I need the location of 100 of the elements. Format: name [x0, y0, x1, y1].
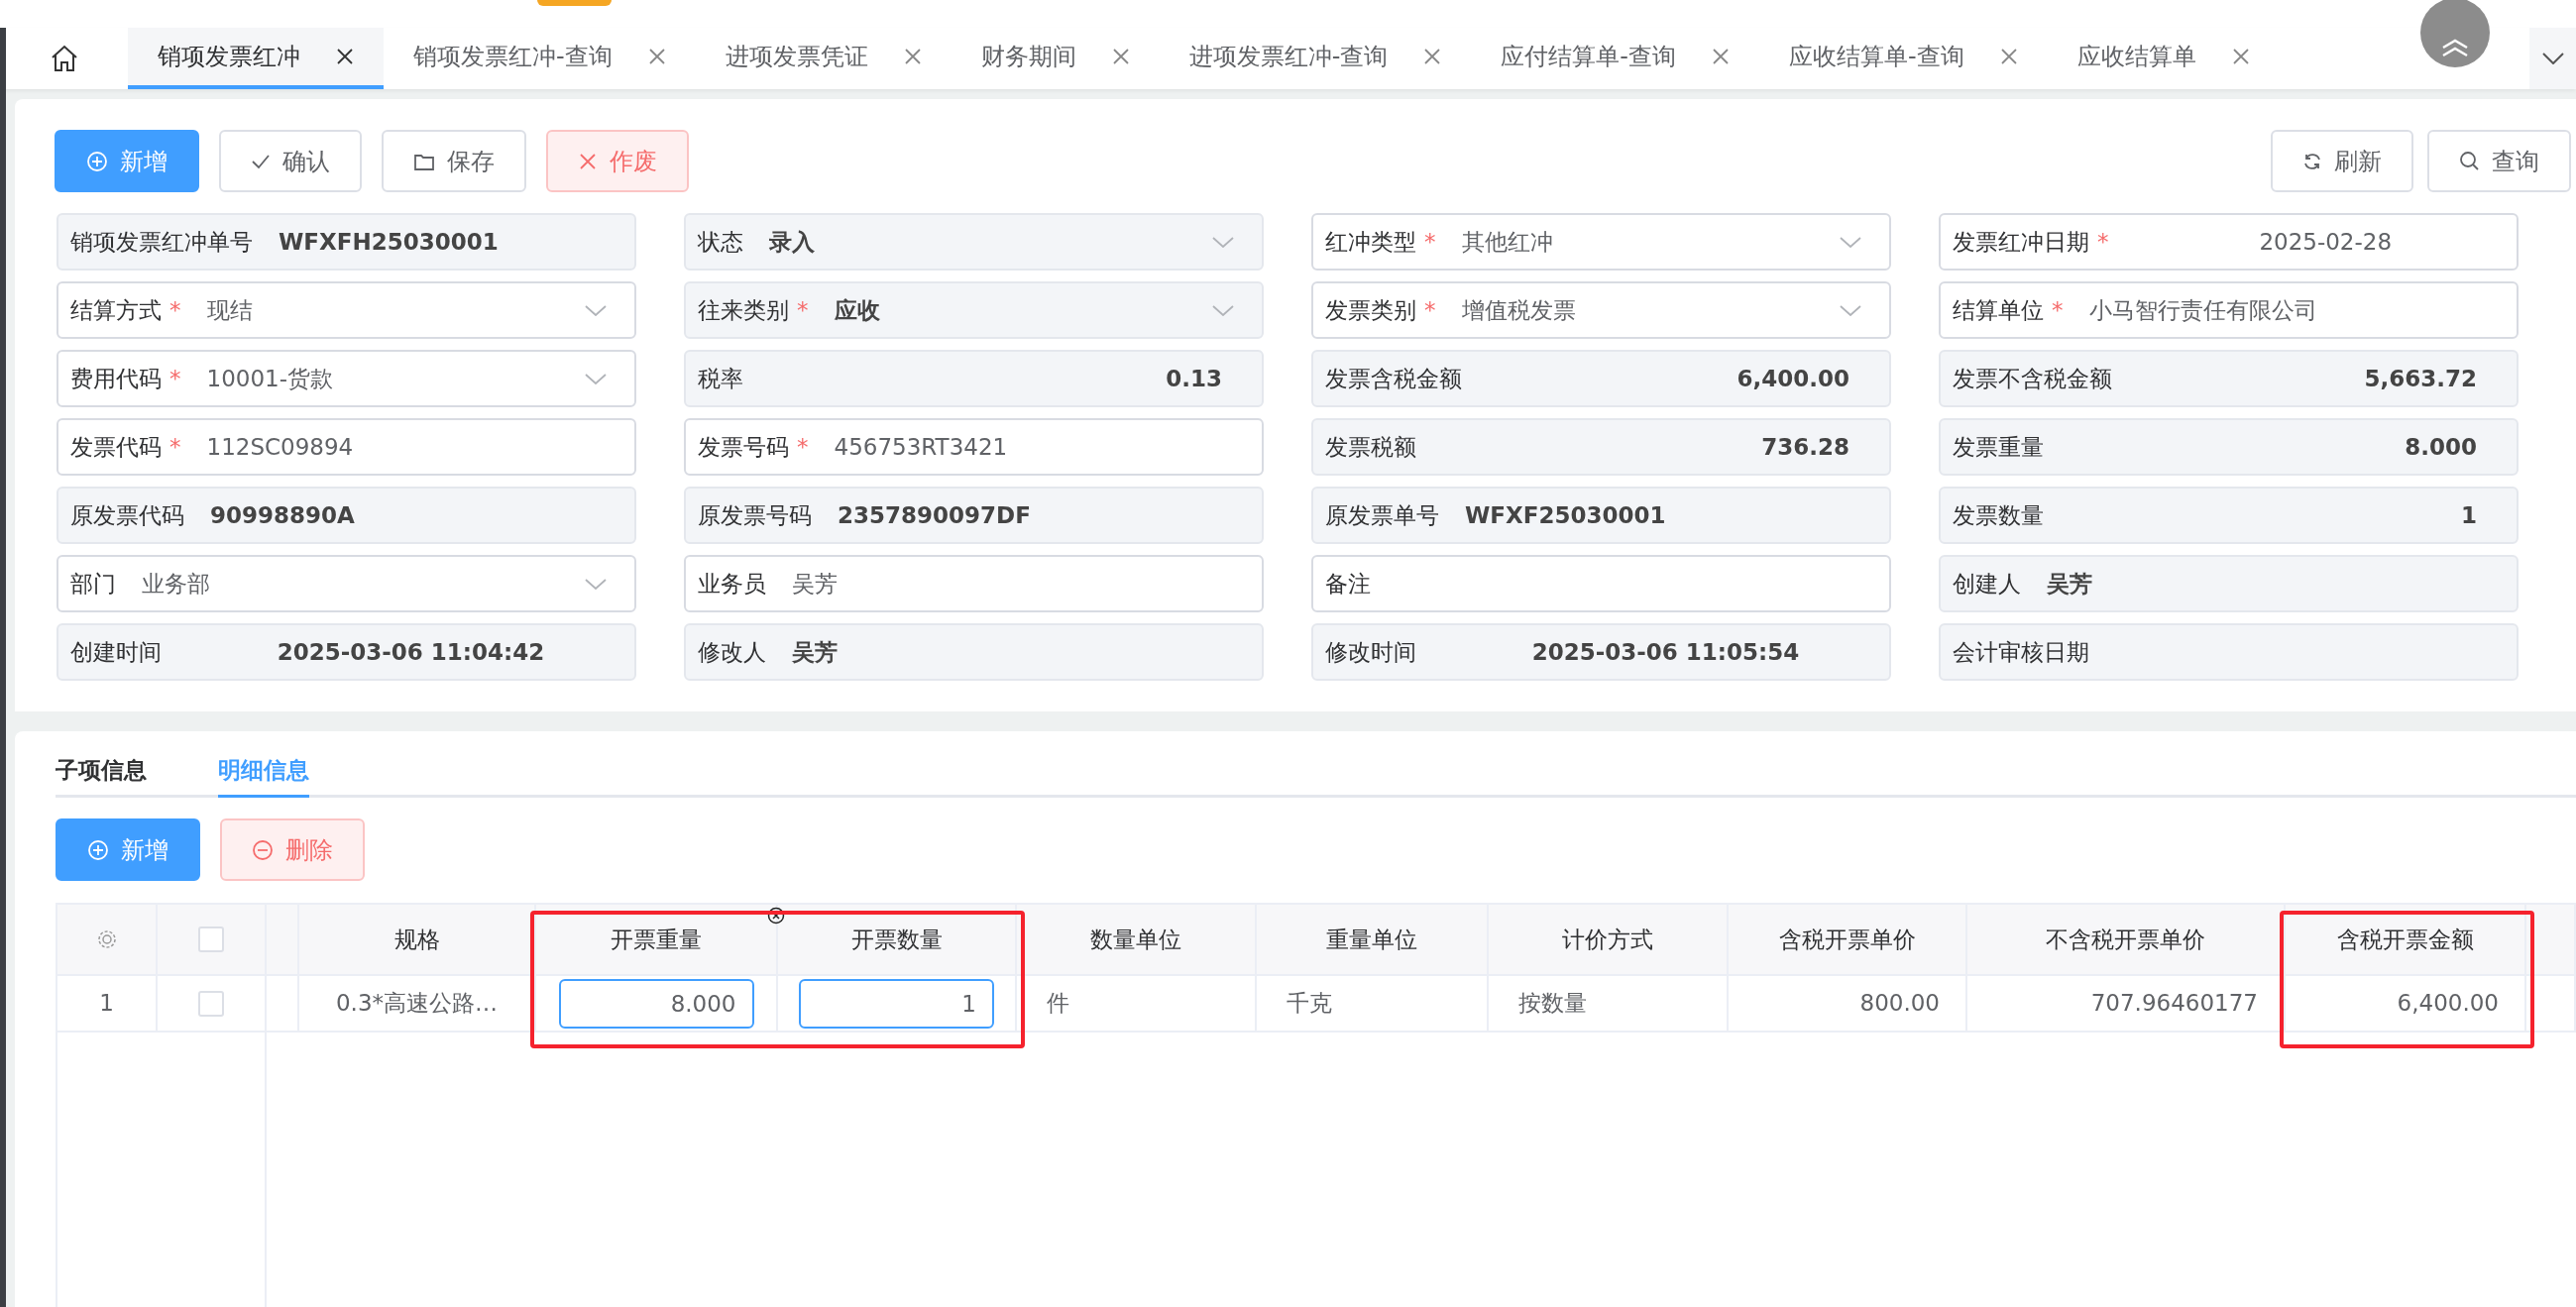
field-label: 发票红冲日期	[1953, 227, 2089, 257]
required-mark: *	[1424, 295, 1436, 325]
tab[interactable]: 应收结算单-查询	[1759, 28, 2048, 89]
field-value: 6,400.00	[1736, 364, 1849, 393]
table-cell-text: 707.96460177	[2090, 989, 2258, 1019]
field-label: 修改时间	[1325, 637, 1416, 667]
field-value: 1	[2461, 500, 2477, 530]
column-header: 不含税开票单价	[2046, 925, 2205, 954]
column-header: 开票数量	[850, 925, 943, 954]
field-value: 2025-03-06 11:04:42	[277, 637, 545, 667]
double-chevron-up-icon	[2440, 38, 2470, 57]
select-field[interactable]: 结算方式 * 现结	[56, 281, 636, 339]
dropdown-toggle[interactable]	[2529, 28, 2576, 89]
tab[interactable]: 应收结算单	[2047, 28, 2280, 89]
field-value: 其他红冲	[1461, 227, 1553, 257]
gear-icon	[95, 928, 118, 950]
required-mark: *	[169, 295, 181, 325]
tab[interactable]: 财务期间	[951, 28, 1160, 89]
field-value: 456753RT3421	[834, 432, 1008, 462]
field-label: 税率	[698, 364, 743, 393]
clear-icon[interactable]	[767, 907, 785, 925]
tab[interactable]: 进项发票红冲-查询	[1159, 28, 1472, 89]
tab[interactable]: 应付结算单-查询	[1471, 28, 1759, 89]
chevron-down-icon	[1840, 236, 1861, 248]
column-header: 开票重量	[611, 925, 702, 954]
table-cell-text: 按数量	[1518, 989, 1587, 1019]
close-icon	[1111, 48, 1130, 65]
field-value: 2357890097DF	[838, 500, 1031, 530]
column-header: 重量单位	[1326, 925, 1417, 954]
input-field[interactable]: 1	[799, 978, 994, 1029]
field-label: 发票重量	[1953, 432, 2044, 462]
field-label: 结算单位	[1953, 295, 2044, 325]
chevron-down-icon	[1212, 304, 1234, 316]
table-cell-text: 件	[1047, 989, 1069, 1019]
close-icon	[336, 48, 354, 65]
field-value: 2025-02-28	[2259, 227, 2393, 257]
input-field[interactable]: 备注	[1311, 555, 1891, 612]
refresh-icon	[2302, 151, 2322, 171]
table-cell-text: 0.3*高速公路…	[335, 989, 499, 1019]
required-mark: *	[169, 432, 181, 462]
select-field[interactable]: 红冲类型 * 其他红冲	[1311, 213, 1891, 271]
checkbox[interactable]	[198, 926, 224, 952]
required-mark: *	[1424, 227, 1436, 257]
field-label: 发票数量	[1953, 500, 2044, 530]
field-value: 0.13	[1166, 364, 1222, 393]
column-header: 规格	[393, 925, 440, 954]
select-field[interactable]: 发票类别 * 增值税发票	[1311, 281, 1891, 339]
search-icon	[2459, 151, 2480, 171]
plus-circle-icon	[86, 150, 108, 172]
chevron-down-icon	[1840, 304, 1861, 316]
chevron-down-icon	[585, 304, 607, 316]
field-label: 往来类别	[698, 295, 789, 325]
field-label: 结算方式	[70, 295, 162, 325]
field-value: WFXFH25030001	[279, 227, 499, 257]
field-value: 2025-03-06 11:05:54	[1531, 637, 1800, 667]
field-value: 736.28	[1761, 432, 1849, 462]
field-label: 红冲类型	[1325, 227, 1416, 257]
field-value: 吴芳	[2047, 569, 2092, 599]
input-field[interactable]: 业务员 吴芳	[684, 555, 1264, 612]
input-field[interactable]: 发票红冲日期 * 2025-02-28	[1939, 213, 2519, 271]
field-value: 10001-货款	[206, 364, 333, 393]
select-field[interactable]: 费用代码 * 10001-货款	[56, 350, 636, 407]
refresh-button[interactable]: 刷新	[2271, 130, 2413, 192]
tab[interactable]: 进项发票凭证	[695, 28, 952, 89]
field-value: 90998890A	[210, 500, 355, 530]
field-label: 部门	[70, 569, 116, 599]
required-mark: *	[2097, 227, 2109, 257]
required-mark: *	[2052, 295, 2064, 325]
close-icon	[903, 48, 922, 65]
input-field[interactable]: 发票代码 * 112SC09894	[56, 418, 636, 476]
confirm-button[interactable]: 确认	[219, 130, 362, 192]
field-label: 发票号码	[698, 432, 789, 462]
field-label: 发票税额	[1325, 432, 1416, 462]
table-cell-text: 800.00	[1859, 989, 1940, 1019]
plus-circle-icon	[87, 838, 109, 861]
field-value: 吴芳	[792, 569, 838, 599]
save-button[interactable]: 保存	[382, 130, 526, 192]
tab[interactable]: 销项发票红冲	[128, 28, 384, 89]
table-cell-text: 6,400.00	[2397, 989, 2499, 1019]
field-label: 发票含税金额	[1325, 364, 1462, 393]
row-number: 1	[99, 989, 114, 1019]
field-label: 会计审核日期	[1953, 637, 2089, 667]
input-field[interactable]: 8.000	[558, 978, 754, 1029]
input-field[interactable]: 发票号码 * 456753RT3421	[684, 418, 1264, 476]
field-label: 原发票号码	[698, 500, 812, 530]
field-value: 业务部	[142, 569, 210, 599]
search-button[interactable]: 查询	[2427, 130, 2571, 192]
field-value: 吴芳	[792, 637, 838, 667]
checkbox[interactable]	[198, 990, 224, 1017]
tab[interactable]: 销项发票红冲-查询	[384, 28, 696, 89]
select-field[interactable]: 部门 业务部	[56, 555, 636, 612]
column-header: 含税开票金额	[2336, 925, 2474, 954]
required-mark: *	[797, 432, 809, 462]
table-cell-text: 千克	[1287, 989, 1332, 1019]
close-icon	[1712, 48, 1730, 65]
tab[interactable]: 子项信息	[56, 753, 147, 798]
field-value: 5,663.72	[2364, 364, 2477, 393]
input-field[interactable]: 结算单位 * 小马智行责任有限公司	[1939, 281, 2519, 339]
chevron-down-icon	[585, 373, 607, 384]
column-header: 计价方式	[1562, 925, 1653, 954]
